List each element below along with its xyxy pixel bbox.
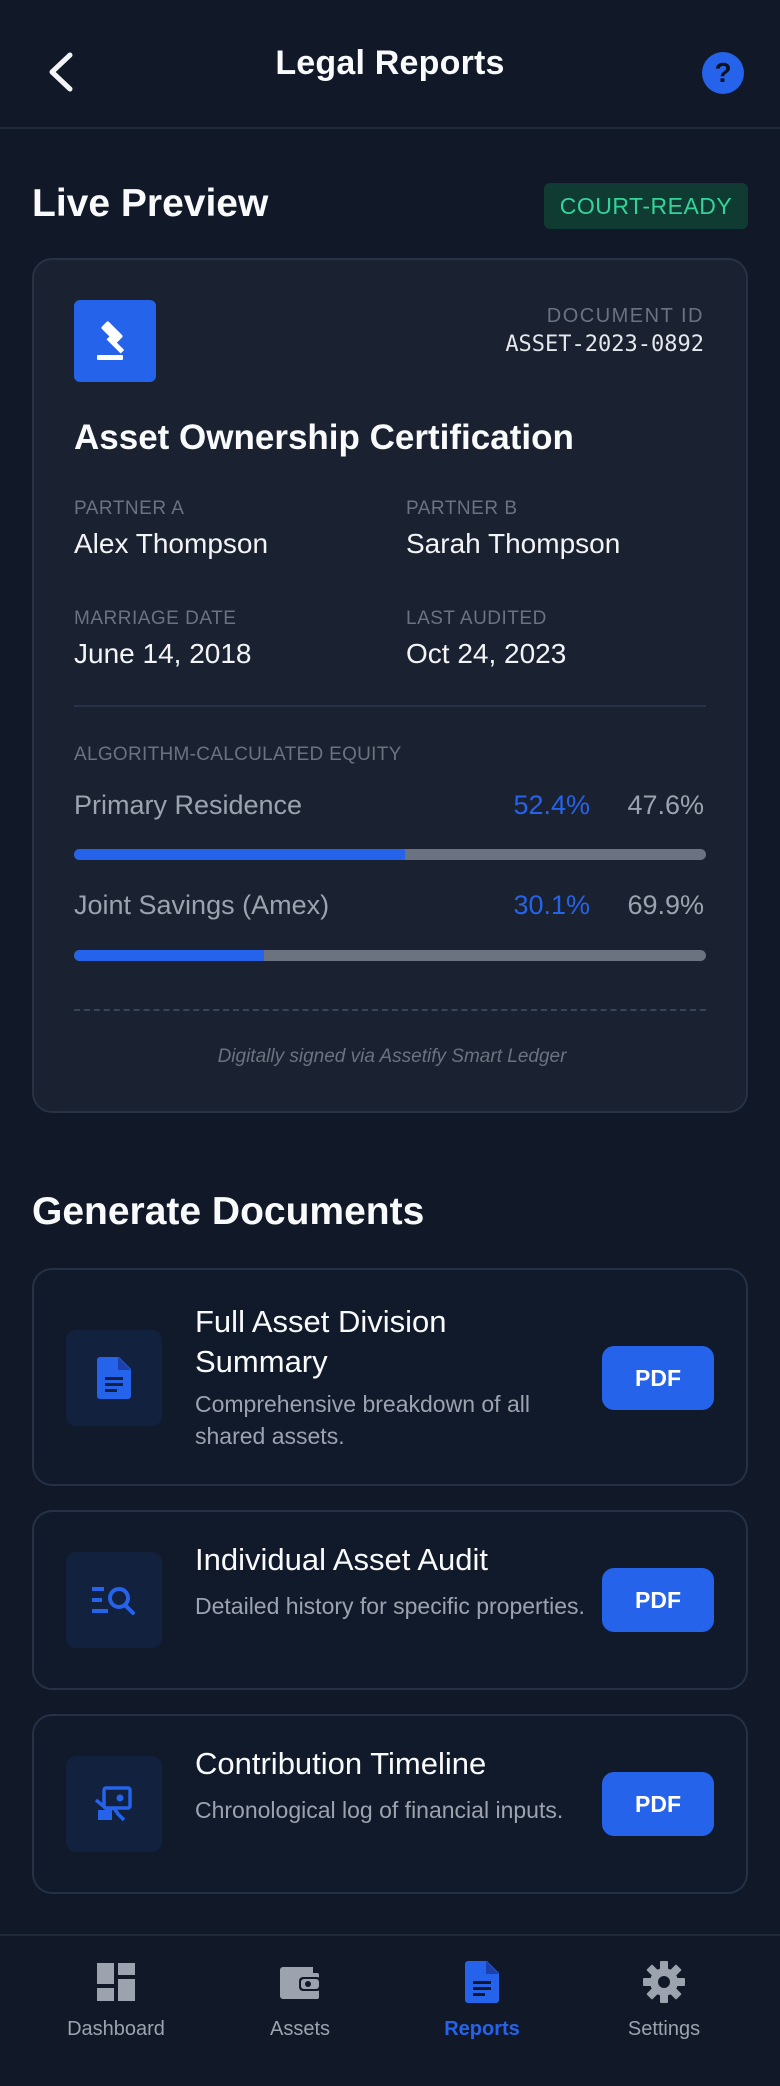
digital-signature-note: Digitally signed via Assetify Smart Ledg…	[217, 1046, 567, 1067]
card-title: Full Asset Division Summary	[195, 1304, 447, 1379]
partner-b-label: PARTNER B	[406, 498, 518, 519]
equity-partner-b-share: 69.9%	[627, 890, 704, 920]
nav-item-settings[interactable]: Settings	[584, 1956, 744, 2056]
gear-icon	[643, 1961, 685, 2003]
equity-section-label: ALGORITHM-CALCULATED EQUITY	[74, 744, 402, 765]
court-ready-badge: COURT-READY	[544, 183, 748, 229]
nav-item-dashboard[interactable]: Dashboard	[36, 1956, 196, 2056]
card-icon-box	[66, 1330, 162, 1426]
gavel-icon-box	[74, 300, 156, 382]
document-card-contribution-timeline[interactable]: Contribution Timeline Chronological log …	[32, 1714, 748, 1894]
card-description: Detailed history for specific properties…	[195, 1593, 585, 1619]
gavel-icon	[97, 321, 125, 360]
equity-name-primary-residence: Primary Residence	[74, 790, 303, 820]
marriage-date-value: June 14, 2018	[74, 638, 252, 669]
pdf-button[interactable]: PDF	[602, 1568, 714, 1632]
partner-b-value: Sarah Thompson	[406, 528, 621, 559]
nav-label: Dashboard	[67, 2018, 165, 2040]
hand-coin-icon	[94, 1786, 132, 1822]
card-description: Comprehensive breakdown of all shared as…	[195, 1391, 530, 1449]
partner-a-value: Alex Thompson	[74, 528, 269, 559]
equity-partner-b-share: 47.6%	[627, 790, 704, 820]
pdf-button[interactable]: PDF	[602, 1346, 714, 1410]
document-id-value: ASSET-2023-0892	[505, 332, 704, 357]
certification-title: Asset Ownership Certification	[74, 418, 574, 457]
document-id-label: DOCUMENT ID	[546, 305, 704, 327]
card-icon-box	[66, 1552, 162, 1648]
nav-label: Assets	[269, 2018, 331, 2040]
dashboard-icon	[97, 1963, 135, 2001]
last-audited-value: Oct 24, 2023	[406, 638, 567, 669]
pdf-button[interactable]: PDF	[602, 1772, 714, 1836]
nav-label: Settings	[627, 2018, 701, 2040]
equity-bar-fill	[74, 849, 406, 860]
list-search-icon	[92, 1587, 135, 1615]
help-icon: ?	[714, 57, 732, 88]
nav-item-assets[interactable]: Assets	[220, 1956, 380, 2056]
card-description: Chronological log of financial inputs.	[195, 1797, 564, 1823]
document-card-asset-audit[interactable]: Individual Asset Audit Detailed history …	[32, 1510, 748, 1690]
preview-card: DOCUMENT ID ASSET-2023-0892 Asset Owners…	[32, 258, 748, 1113]
divider	[74, 705, 706, 707]
wallet-icon	[280, 1967, 321, 1999]
equity-bar-primary-residence	[74, 849, 706, 860]
app-header: Legal Reports ?	[0, 0, 780, 129]
last-audited-label: LAST AUDITED	[406, 608, 547, 629]
marriage-date-label: MARRIAGE DATE	[74, 608, 237, 629]
equity-name-joint-savings: Joint Savings (Amex)	[74, 890, 330, 920]
card-title: Individual Asset Audit	[195, 1542, 488, 1577]
partner-a-label: PARTNER A	[74, 498, 185, 519]
card-title: Contribution Timeline	[195, 1746, 487, 1781]
bottom-navigation: Dashboard Assets Reports Settings	[0, 1934, 780, 2086]
nav-item-reports[interactable]: Reports	[402, 1956, 562, 2056]
generate-documents-title: Generate Documents	[32, 1190, 425, 1233]
file-document-icon	[97, 1357, 131, 1399]
equity-bar-joint-savings	[74, 950, 706, 961]
equity-partner-a-share: 52.4%	[513, 790, 590, 820]
equity-bar-fill	[74, 950, 265, 961]
back-button[interactable]	[40, 48, 80, 96]
equity-partner-a-share: 30.1%	[513, 890, 590, 920]
card-icon-box	[66, 1756, 162, 1852]
page-title: Legal Reports	[275, 44, 505, 82]
chevron-left-icon	[49, 52, 73, 92]
dashed-divider	[74, 1009, 706, 1011]
document-card-full-summary[interactable]: Full Asset Division Summary Comprehensiv…	[32, 1268, 748, 1486]
report-document-icon	[465, 1961, 499, 2003]
live-preview-title: Live Preview	[32, 182, 269, 225]
nav-label: Reports	[444, 2018, 520, 2040]
help-button[interactable]: ?	[702, 52, 744, 94]
